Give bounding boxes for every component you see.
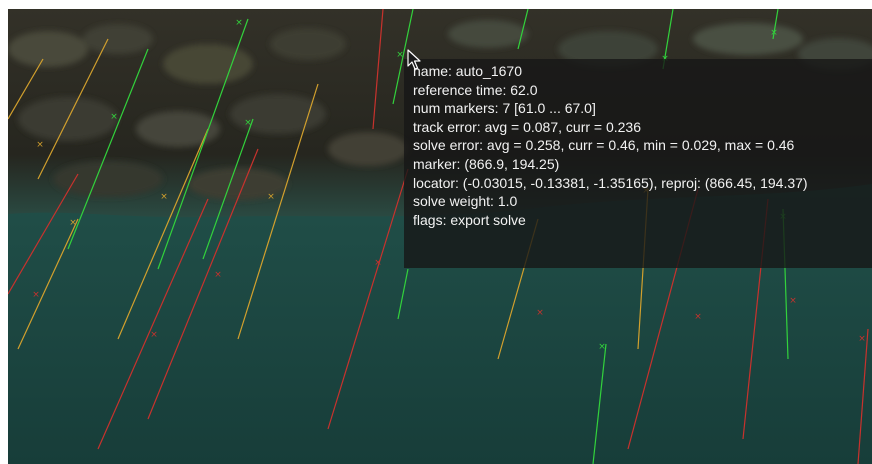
marker-x: × [110,112,118,122]
marker-x: × [770,28,778,38]
info-locator: locator: (-0.03015, -0.13381, -1.35165),… [413,174,808,191]
marker-x: × [244,118,252,128]
marker-x: × [536,308,544,318]
marker-x: × [214,270,222,280]
info-reference-time: reference time: 62.0 [413,81,538,98]
marker-x: × [858,334,866,344]
marker-x: × [374,258,382,268]
info-flags: flags: export solve [413,211,526,228]
track-info-overlay: name: auto_1670 reference time: 62.0 num… [404,59,872,268]
info-track-error: track error: avg = 0.087, curr = 0.236 [413,118,642,135]
marker-x: × [694,312,702,322]
marker-x: × [235,18,243,28]
info-solve-weight: solve weight: 1.0 [413,193,518,210]
info-name: name: auto_1670 [413,63,522,79]
marker-x: × [396,50,404,60]
marker-x: × [789,296,797,306]
marker-x: × [267,192,275,202]
marker-x: × [598,342,606,352]
marker-x: × [160,192,168,202]
info-solve-error: solve error: avg = 0.258, curr = 0.46, m… [413,137,795,154]
marker-x: × [150,330,158,340]
marker-x: × [36,140,44,150]
marker-x: × [32,290,40,300]
info-marker: marker: (866.9, 194.25) [413,155,560,172]
arrow-cursor-icon [407,49,421,70]
marker-x: × [69,218,77,228]
tracker-viewport[interactable]: × × × × × × × × × × × × × × × × × × × × … [8,9,872,464]
info-num-markers: num markers: 7 [61.0 ... 67.0] [413,100,596,117]
